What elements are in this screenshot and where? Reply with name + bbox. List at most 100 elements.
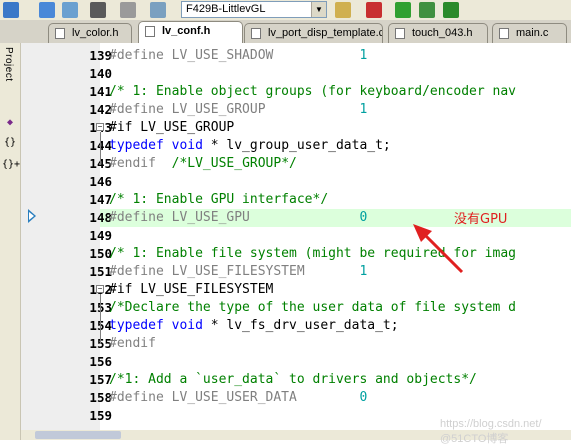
- line-number: 159: [89, 408, 112, 423]
- tab-main-c[interactable]: main.c: [492, 23, 567, 43]
- code-line[interactable]: 147/* 1: Enable GPU interface*/: [21, 191, 571, 209]
- books-icon[interactable]: ◆: [2, 116, 18, 130]
- line-number: 140: [89, 66, 112, 81]
- file-icon: [55, 28, 65, 39]
- code-line[interactable]: 157/*1: Add a `user_data` to drivers and…: [21, 371, 571, 389]
- target-select-value: F429B-LittlevGL: [186, 3, 266, 15]
- editor-tab-bar: lv_color.h lv_conf.h lv_port_disp_templa…: [0, 20, 571, 44]
- target-select[interactable]: F429B-LittlevGL ▼: [181, 1, 327, 18]
- run-icon[interactable]: [443, 2, 459, 18]
- code-text: #define LV_USE_GPU 0: [109, 209, 367, 227]
- line-number: 144: [56, 137, 112, 155]
- code-token: #define LV_USE_FILESYSTEM: [109, 264, 360, 279]
- manage-components-icon[interactable]: [366, 2, 382, 18]
- line-number: 146: [89, 174, 112, 189]
- download-icon[interactable]: [150, 2, 166, 18]
- code-line[interactable]: 142 #define LV_USE_GROUP 1: [21, 101, 571, 119]
- functions-icon[interactable]: {}: [2, 136, 18, 150]
- templates-icon[interactable]: {}+: [2, 158, 20, 172]
- fold-toggle-icon[interactable]: −: [96, 285, 104, 293]
- target-options-icon[interactable]: [335, 2, 351, 18]
- code-token: typedef void: [109, 318, 203, 333]
- fold-toggle-icon[interactable]: −: [96, 123, 104, 131]
- code-text: /* 1: Enable GPU interface*/: [109, 191, 328, 209]
- code-line[interactable]: 154typedef void * lv_fs_drv_user_data_t;: [21, 317, 571, 335]
- file-icon: [145, 26, 155, 37]
- tab-touch-043-h[interactable]: touch_043.h: [388, 23, 488, 43]
- batch-build-icon[interactable]: [62, 2, 78, 18]
- code-text: #if LV_USE_FILESYSTEM: [109, 281, 273, 299]
- code-line[interactable]: 146: [21, 173, 571, 191]
- code-text: #define LV_USE_GROUP 1: [109, 101, 367, 119]
- code-token: 1: [359, 102, 368, 117]
- code-token: #define LV_USE_SHADOW: [109, 48, 360, 63]
- line-number: 157: [89, 372, 112, 387]
- tab-label: main.c: [516, 27, 549, 39]
- pack-installer-icon[interactable]: [395, 2, 411, 18]
- code-token: #endif: [109, 336, 156, 351]
- build-icon[interactable]: [3, 2, 19, 18]
- code-line[interactable]: 139 #define LV_USE_SHADOW 1: [21, 47, 571, 65]
- line-number: 139: [89, 48, 112, 63]
- line-number: 158: [89, 390, 112, 405]
- code-line[interactable]: 155#endif: [21, 335, 571, 353]
- translate-icon[interactable]: [90, 2, 106, 18]
- code-line[interactable]: 156: [21, 353, 571, 371]
- tab-lv-conf-h[interactable]: lv_conf.h: [138, 21, 243, 44]
- project-panel-strip: Project ◆ {} {}+: [0, 43, 21, 440]
- code-token: /* 1: Enable GPU interface*/: [109, 192, 329, 207]
- code-token: #if LV_USE_FILESYSTEM: [109, 282, 274, 297]
- code-token: 0: [359, 210, 368, 225]
- code-line[interactable]: 141/* 1: Enable object groups (for keybo…: [21, 83, 571, 101]
- code-token: /*Declare the type of the user data of f…: [109, 300, 516, 315]
- code-token: /*LV_USE_GROUP*/: [171, 156, 297, 171]
- line-number: 148: [89, 210, 112, 225]
- project-panel-label[interactable]: Project: [3, 47, 14, 82]
- code-text: #define LV_USE_FILESYSTEM 1: [109, 263, 367, 281]
- tab-label: lv_color.h: [72, 27, 119, 39]
- stop-build-icon[interactable]: [120, 2, 136, 18]
- code-token: /*1: Add a `user_data` to drivers and ob…: [109, 372, 477, 387]
- code-token: 1: [359, 48, 368, 63]
- code-line[interactable]: 151 #define LV_USE_FILESYSTEM 1: [21, 263, 571, 281]
- tab-lv-color-h[interactable]: lv_color.h: [48, 23, 132, 43]
- tab-label: lv_conf.h: [162, 25, 211, 37]
- scrollbar-thumb[interactable]: [35, 431, 121, 439]
- line-number: 149: [89, 228, 112, 243]
- debug-icon[interactable]: [419, 2, 435, 18]
- code-text: #endif: [109, 335, 156, 353]
- code-token: /* 1: Enable file system (might be requi…: [109, 246, 516, 261]
- code-line[interactable]: 153/*Declare the type of the user data o…: [21, 299, 571, 317]
- annotation-text: 没有GPU: [454, 212, 508, 227]
- code-token: * lv_group_user_data_t;: [202, 138, 391, 153]
- line-number: 142: [89, 102, 112, 117]
- code-token: #define LV_USE_GPU: [109, 210, 360, 225]
- code-token: /* 1: Enable object groups (for keyboard…: [109, 84, 516, 99]
- rebuild-icon[interactable]: [39, 2, 55, 18]
- code-token: 1: [359, 264, 368, 279]
- code-text: /* 1: Enable object groups (for keyboard…: [109, 83, 516, 101]
- file-icon: [395, 28, 405, 39]
- line-number: 141: [89, 84, 112, 99]
- line-number: 155: [56, 335, 112, 353]
- file-icon: [499, 28, 509, 39]
- code-line[interactable]: 150/* 1: Enable file system (might be re…: [21, 245, 571, 263]
- code-line[interactable]: 144typedef void * lv_group_user_data_t;: [21, 137, 571, 155]
- code-line[interactable]: 152−#if LV_USE_FILESYSTEM: [21, 281, 571, 299]
- code-line[interactable]: 158 #define LV_USE_USER_DATA 0: [21, 389, 571, 407]
- line-number: 150: [89, 246, 112, 261]
- code-text: #define LV_USE_USER_DATA 0: [109, 389, 367, 407]
- tab-lv-port-disp-template-c[interactable]: lv_port_disp_template.c: [244, 23, 383, 43]
- code-text: #define LV_USE_SHADOW 1: [109, 47, 367, 65]
- fold-region-line: [100, 132, 101, 164]
- code-token: 0: [359, 390, 368, 405]
- chevron-down-icon[interactable]: ▼: [311, 2, 326, 17]
- code-text: typedef void * lv_group_user_data_t;: [109, 137, 391, 155]
- code-token: * lv_fs_drv_user_data_t;: [202, 318, 399, 333]
- line-number: 145: [56, 155, 112, 173]
- code-line[interactable]: 143−#if LV_USE_GROUP: [21, 119, 571, 137]
- code-line[interactable]: 149: [21, 227, 571, 245]
- code-line[interactable]: 140: [21, 65, 571, 83]
- line-number: 154: [56, 317, 112, 335]
- code-line[interactable]: 145#endif /*LV_USE_GROUP*/: [21, 155, 571, 173]
